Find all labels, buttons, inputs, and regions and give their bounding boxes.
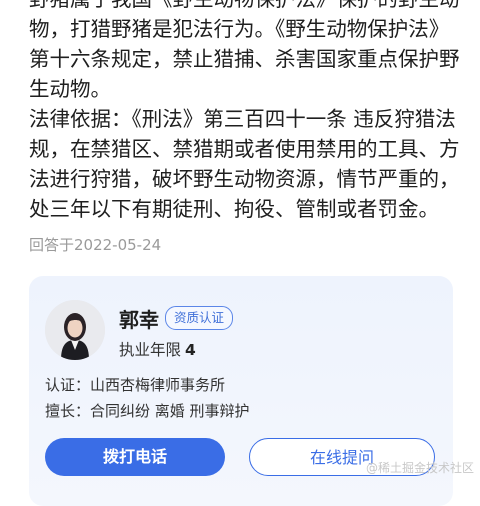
avatar[interactable] xyxy=(45,300,105,360)
specialty-value: 合同纠纷 离婚 刑事辩护 xyxy=(90,402,250,420)
certification-row: 认证：山西杏梅律师事务所 xyxy=(45,374,225,395)
specialty-row: 擅长：合同纠纷 离婚 刑事辩护 xyxy=(45,400,250,421)
practice-years-value: 4 xyxy=(185,341,196,359)
lawyer-name: 郭幸 xyxy=(119,308,159,332)
watermark: @稀土掘金技术社区 xyxy=(365,461,474,475)
call-button[interactable]: 拨打电话 xyxy=(45,438,225,476)
practice-years-label: 执业年限 xyxy=(119,341,182,359)
certification-label: 认证： xyxy=(45,376,91,394)
answer-date: 回答于2022-05-24 xyxy=(29,236,162,254)
answer-paragraph: 法律依据：《刑法》第三百四十一条 违反狩猎法规，在禁猎区、禁猎期或者使用禁用的工… xyxy=(29,107,460,221)
qualification-badge: 资质认证 xyxy=(165,306,234,330)
lawyer-photo-icon xyxy=(45,300,105,360)
certification-value: 山西杏梅律师事务所 xyxy=(90,376,226,394)
answer-paragraph: 野猪属于我国《野生动物保护法》保护的野生动物，打猎野猪是犯法行为。《野生动物保护… xyxy=(29,0,460,101)
practice-years: 执业年限 4 xyxy=(119,338,196,360)
answer-text: 野猪属于我国《野生动物保护法》保护的野生动物，打猎野猪是犯法行为。《野生动物保护… xyxy=(29,0,469,224)
specialty-label: 擅长： xyxy=(45,402,91,420)
